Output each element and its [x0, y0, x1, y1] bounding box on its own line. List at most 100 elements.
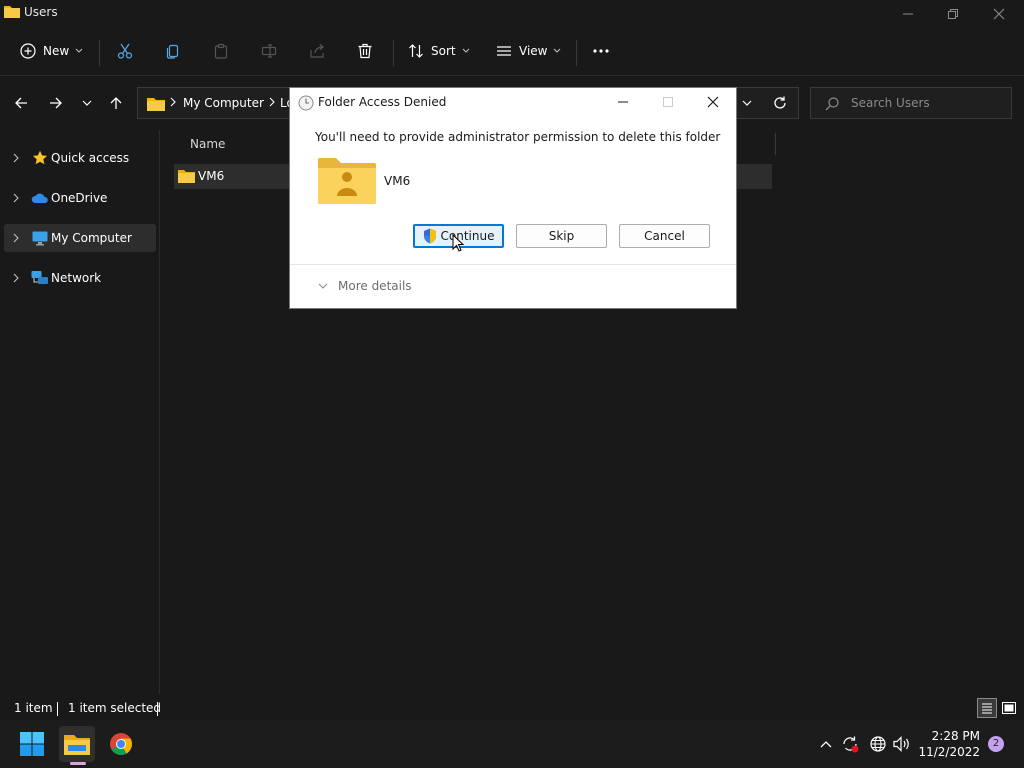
more-options-button[interactable]: [592, 36, 610, 66]
minimize-button[interactable]: [885, 0, 931, 28]
cancel-label: Cancel: [644, 229, 685, 243]
paste-button[interactable]: [213, 36, 229, 66]
mouse-pointer-icon: [452, 234, 464, 252]
windows-logo-icon: [20, 732, 44, 756]
chevron-right-icon: [170, 97, 176, 107]
details-view-button[interactable]: [977, 698, 997, 718]
chevron-right-icon[interactable]: [8, 193, 24, 203]
nav-item-label: OneDrive: [51, 191, 108, 205]
more-dots-icon: [592, 48, 610, 54]
copy-icon: [165, 43, 181, 59]
chevron-right-icon[interactable]: [8, 153, 24, 163]
dialog-close-button[interactable]: [690, 88, 736, 116]
forward-button[interactable]: [42, 89, 70, 117]
cut-button[interactable]: [117, 36, 133, 66]
active-app-indicator: [70, 762, 86, 765]
breadcrumb-my-computer[interactable]: My Computer: [183, 96, 264, 110]
back-button[interactable]: [7, 89, 35, 117]
search-icon: [825, 97, 839, 111]
cancel-button[interactable]: Cancel: [619, 224, 710, 248]
chevron-down-icon: [553, 48, 561, 54]
search-box[interactable]: Search Users: [810, 87, 1012, 119]
dialog-item-name: VM6: [384, 174, 411, 188]
copy-button[interactable]: [165, 36, 181, 66]
nav-item-onedrive[interactable]: OneDrive: [4, 184, 156, 212]
navigation-pane: Quick access OneDrive My Computer Networ…: [0, 130, 160, 694]
clock[interactable]: 2:28 PM 11/2/2022: [918, 728, 980, 760]
clock-time: 2:28 PM: [931, 729, 980, 743]
status-divider: [157, 702, 158, 716]
column-header-name[interactable]: Name: [190, 137, 225, 151]
rename-icon: [261, 43, 277, 59]
nav-item-my-computer[interactable]: My Computer: [4, 224, 156, 252]
details-view-icon: [981, 702, 993, 714]
sync-error-icon: [841, 735, 859, 753]
toolbar-divider: [99, 40, 100, 66]
folder-icon: [147, 97, 165, 111]
status-bar: 1 item 1 item selected: [0, 698, 1024, 720]
column-divider[interactable]: [775, 133, 776, 155]
taskbar: 2:28 PM 11/2/2022 2: [0, 720, 1024, 768]
share-button[interactable]: [309, 36, 325, 66]
skip-label: Skip: [548, 229, 575, 243]
sort-button[interactable]: Sort: [408, 36, 470, 66]
taskbar-file-explorer[interactable]: [59, 726, 95, 762]
uac-shield-icon: [423, 228, 437, 244]
notification-badge[interactable]: 2: [988, 736, 1004, 752]
dialog-minimize-button[interactable]: [600, 88, 646, 116]
item-count: 1 item: [14, 701, 53, 715]
network-status-button[interactable]: [868, 734, 888, 754]
nav-item-quick-access[interactable]: Quick access: [4, 144, 156, 172]
restore-button[interactable]: [930, 0, 976, 28]
up-button[interactable]: [102, 89, 130, 117]
chevron-right-icon: [269, 97, 275, 107]
address-history-button[interactable]: [733, 89, 761, 117]
dialog-divider: [290, 264, 736, 265]
file-explorer-icon: [64, 733, 90, 755]
list-view-icon: [496, 43, 512, 59]
view-button[interactable]: View: [496, 36, 561, 66]
new-button[interactable]: New: [20, 36, 83, 66]
volume-button[interactable]: [892, 734, 912, 754]
delete-button[interactable]: [357, 36, 373, 66]
command-bar: New Sort View: [0, 28, 1024, 76]
arrow-up-icon: [109, 96, 123, 110]
taskbar-chrome[interactable]: [103, 726, 139, 762]
window-title: Users: [24, 5, 58, 19]
refresh-button[interactable]: [766, 89, 794, 117]
trash-icon: [357, 43, 373, 59]
rename-button[interactable]: [261, 36, 277, 66]
view-label: View: [519, 44, 548, 58]
start-button[interactable]: [14, 726, 50, 762]
chevron-right-icon[interactable]: [8, 233, 24, 243]
plus-circle-icon: [20, 43, 36, 59]
dialog-title: Folder Access Denied: [318, 95, 447, 109]
chevron-down-icon: [82, 100, 92, 106]
chrome-icon: [109, 732, 133, 756]
continue-label: Continue: [440, 229, 495, 243]
close-button[interactable]: [976, 0, 1022, 28]
more-details-toggle[interactable]: More details: [318, 279, 412, 293]
chevron-right-icon[interactable]: [8, 273, 24, 283]
more-details-label: More details: [338, 279, 412, 293]
arrow-left-icon: [14, 96, 28, 110]
title-bar: Users: [0, 0, 1024, 28]
skip-button[interactable]: Skip: [516, 224, 607, 248]
clock-date: 11/2/2022: [918, 745, 980, 759]
toolbar-divider: [576, 40, 577, 66]
status-divider: [57, 702, 58, 716]
clipboard-icon: [213, 43, 229, 59]
search-placeholder: Search Users: [851, 96, 930, 110]
dialog-maximize-button[interactable]: [645, 88, 691, 116]
dialog-message: You'll need to provide administrator per…: [315, 130, 721, 144]
large-icons-view-button[interactable]: [999, 698, 1019, 718]
show-hidden-icons-button[interactable]: [816, 734, 836, 754]
refresh-icon: [773, 96, 787, 110]
nav-item-network[interactable]: Network: [4, 264, 156, 292]
new-label: New: [43, 44, 70, 58]
recent-locations-button[interactable]: [73, 89, 101, 117]
monitor-icon: [30, 230, 50, 246]
sync-status-button[interactable]: [840, 734, 860, 754]
folder-icon: [178, 169, 195, 183]
folder-access-denied-dialog: Folder Access Denied You'll need to prov…: [289, 87, 737, 309]
